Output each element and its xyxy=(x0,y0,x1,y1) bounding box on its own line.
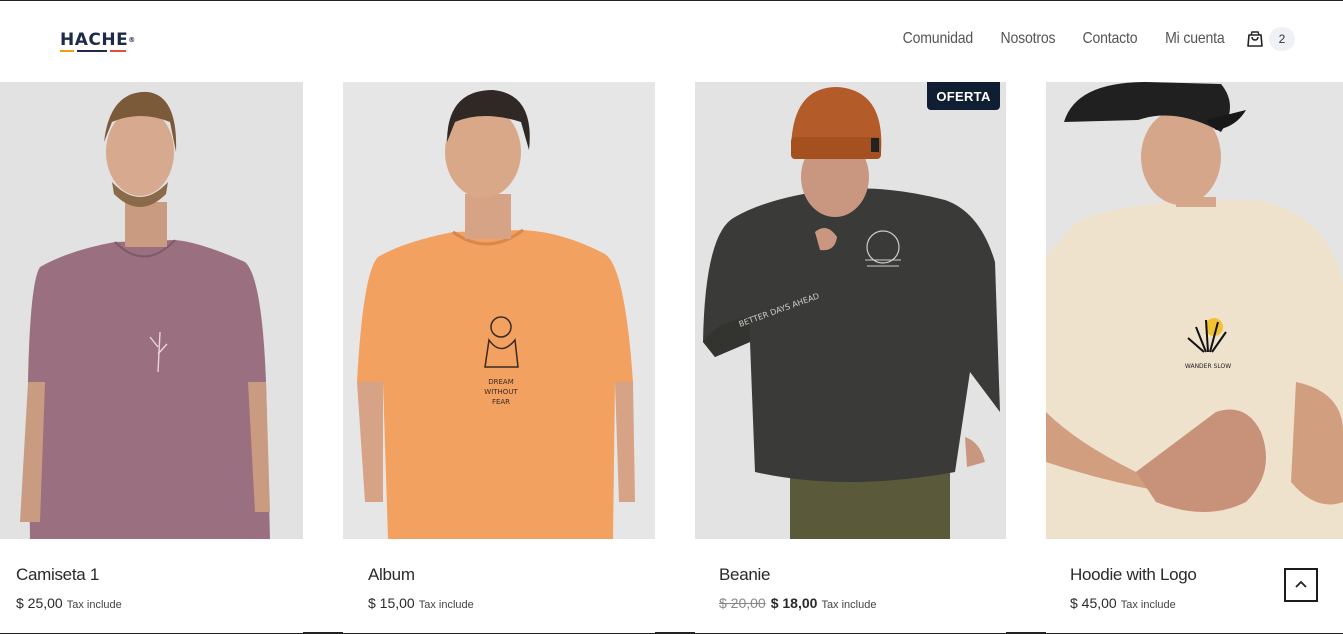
product-name[interactable]: Hoodie with Logo xyxy=(1070,565,1197,585)
logo-underline xyxy=(60,50,136,52)
cart-button[interactable]: 2 xyxy=(1245,27,1295,51)
product-card[interactable]: BETTER DAYS AHEAD OFERTA Beanie $ 20,00 … xyxy=(695,82,1006,633)
product-card[interactable]: Camiseta 1 $ 25,00 Tax include xyxy=(0,82,303,633)
product-price: $ 25,00 xyxy=(16,595,63,611)
product-card[interactable]: DREAM WITHOUT FEAR Album $ 15,00 Tax inc… xyxy=(343,82,655,633)
brand-logo[interactable]: HACHE® xyxy=(60,31,136,52)
nav-link-comunidad[interactable]: Comunidad xyxy=(902,30,973,48)
product-image[interactable]: BETTER DAYS AHEAD OFERTA xyxy=(695,82,1006,539)
product-meta: Beanie $ 20,00 $ 18,00 Tax include xyxy=(695,539,1006,633)
product-image[interactable]: WANDER SLOW xyxy=(1046,82,1343,539)
sale-badge: OFERTA xyxy=(927,82,1000,110)
svg-text:FEAR: FEAR xyxy=(492,398,510,406)
svg-text:DREAM: DREAM xyxy=(488,378,514,386)
scroll-to-top-button[interactable] xyxy=(1284,568,1318,602)
price-row: $ 20,00 $ 18,00 Tax include xyxy=(719,595,876,611)
svg-text:WANDER SLOW: WANDER SLOW xyxy=(1185,363,1231,370)
tax-note: Tax include xyxy=(821,599,877,611)
brand-name: HACHE xyxy=(60,30,129,50)
product-image[interactable]: DREAM WITHOUT FEAR xyxy=(343,82,655,539)
product-grid: Camiseta 1 $ 25,00 Tax include DREAM WIT… xyxy=(0,82,1343,633)
chevron-up-icon xyxy=(1294,576,1308,594)
original-price: $ 20,00 xyxy=(719,595,766,611)
product-card[interactable]: WANDER SLOW Hoodie with Logo $ 45,00 Tax… xyxy=(1046,82,1343,633)
nav-link-contacto[interactable]: Contacto xyxy=(1082,30,1137,48)
cart-count-badge: 2 xyxy=(1269,27,1295,51)
sale-price: $ 18,00 xyxy=(770,595,818,611)
shopping-bag-icon xyxy=(1245,29,1265,49)
product-meta: Album $ 15,00 Tax include xyxy=(343,539,655,633)
product-price: $ 45,00 xyxy=(1070,595,1117,611)
nav-link-mi-cuenta[interactable]: Mi cuenta xyxy=(1166,30,1226,48)
tax-note: Tax include xyxy=(1120,599,1176,611)
product-meta: Camiseta 1 $ 25,00 Tax include xyxy=(0,539,303,633)
brand-mark: ® xyxy=(128,36,136,44)
svg-text:WITHOUT: WITHOUT xyxy=(484,388,518,396)
product-price: $ 15,00 xyxy=(368,595,415,611)
product-name[interactable]: Beanie xyxy=(719,565,770,585)
product-name[interactable]: Album xyxy=(368,565,415,585)
main-nav: Comunidad Nosotros Contacto Mi cuenta 2 xyxy=(873,27,1295,51)
tax-note: Tax include xyxy=(66,599,122,611)
product-image[interactable] xyxy=(0,82,303,539)
price-row: $ 25,00 Tax include xyxy=(16,595,122,611)
site-header: HACHE® Comunidad Nosotros Contacto Mi cu… xyxy=(0,1,1343,82)
price-row: $ 15,00 Tax include xyxy=(368,595,474,611)
nav-link-nosotros[interactable]: Nosotros xyxy=(1000,30,1055,48)
tax-note: Tax include xyxy=(418,599,474,611)
price-row: $ 45,00 Tax include xyxy=(1070,595,1176,611)
product-name[interactable]: Camiseta 1 xyxy=(16,565,99,585)
